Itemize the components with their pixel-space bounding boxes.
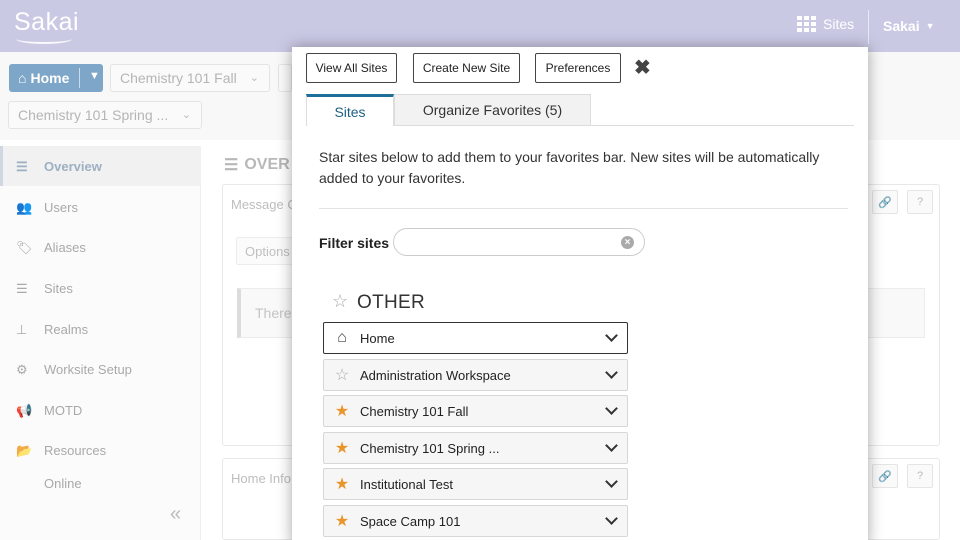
user-menu-label: Sakai (883, 18, 920, 34)
link-icon[interactable]: 🔗 (872, 464, 898, 488)
sakai-logo[interactable]: Sakai (14, 8, 79, 37)
tool-label: MOTD (44, 402, 83, 418)
tool-online[interactable]: Online (0, 471, 201, 491)
create-new-site-button[interactable]: Create New Site (413, 53, 520, 83)
tab-organize-favorites[interactable]: Organize Favorites (5) (394, 94, 591, 126)
tool-users[interactable]: 👥 Users (0, 187, 201, 227)
site-row-institutional-test[interactable]: ★ Institutional Test (323, 468, 628, 500)
tool-sites[interactable]: ☰ Sites (0, 268, 201, 308)
message-panel-title: Message O (231, 197, 298, 212)
tool-label: Realms (44, 321, 89, 337)
site-row-label: Home (360, 330, 395, 346)
view-all-sites-button[interactable]: View All Sites (306, 53, 397, 83)
tool-aliases[interactable]: 🏷 Aliases (0, 227, 201, 267)
folder-icon: 📂 (16, 443, 33, 458)
sites-menu-label: Sites (823, 16, 855, 32)
user-icon (16, 477, 34, 491)
collapse-menu-icon[interactable]: « (170, 503, 181, 526)
star-icon[interactable]: ★ (324, 401, 360, 421)
list-icon: ☰ (16, 281, 28, 296)
chevron-down-icon: ⌄ (181, 109, 191, 121)
site-row-chemistry-fall[interactable]: ★ Chemistry 101 Fall (323, 395, 628, 427)
site-tab-home[interactable]: ⌂ Home ▼ (9, 64, 103, 92)
page-title-text: OVER (244, 156, 290, 173)
tool-label: Users (44, 199, 78, 215)
list-icon: ☰ (16, 159, 28, 174)
tool-worksite-setup[interactable]: ⚙ Worksite Setup (0, 349, 201, 389)
chevron-down-icon[interactable] (605, 366, 618, 379)
tool-resources[interactable]: 📂 Resources (0, 430, 201, 470)
site-row-home[interactable]: ⌂ Home (323, 322, 628, 354)
chevron-down-icon[interactable] (605, 439, 618, 452)
home-icon: ⌂ (337, 329, 347, 346)
sites-menu-button[interactable]: Sites (797, 16, 854, 32)
instructions-text: Star sites below to add them to your fav… (319, 149, 820, 186)
star-icon[interactable]: ★ (324, 438, 360, 458)
chevron-down-icon: ⌄ (249, 72, 259, 84)
site-row-label: Institutional Test (360, 476, 453, 492)
filter-sites-label: Filter sites (319, 235, 390, 251)
all-sites-dialog: View All Sites Create New Site Preferenc… (292, 47, 868, 540)
close-icon[interactable]: ✖ (634, 55, 651, 80)
site-tab-chemistry-spring[interactable]: Chemistry 101 Spring ... ⌄ (8, 101, 202, 129)
site-row-space-camp[interactable]: ★ Space Camp 101 (323, 505, 628, 537)
tool-label: Worksite Setup (44, 361, 132, 377)
chevron-down-icon[interactable] (605, 329, 618, 342)
tool-label: Online (44, 476, 82, 491)
caret-down-icon: ▼ (925, 21, 935, 31)
logo-swoosh (16, 34, 72, 44)
site-row-administration-workspace[interactable]: ☆ Administration Workspace (323, 359, 628, 391)
tool-label: Overview (44, 158, 102, 174)
users-icon: 👥 (16, 200, 33, 215)
gears-icon: ⚙ (16, 362, 28, 377)
chevron-down-icon[interactable] (605, 402, 618, 415)
tool-label: Aliases (44, 239, 86, 255)
tool-realms[interactable]: ⊥ Realms (0, 309, 201, 349)
chevron-down-icon[interactable] (605, 512, 618, 525)
site-row-label: Chemistry 101 Spring ... (360, 440, 500, 456)
list-icon: ☰ (224, 157, 239, 174)
home-info-title: Home Info (231, 471, 291, 486)
home-icon: ⌂ (18, 70, 27, 86)
divider (319, 208, 848, 209)
user-menu-button[interactable]: Sakai ▼ (883, 18, 935, 34)
help-button[interactable]: ? (907, 190, 933, 214)
tool-menu: ☰ Overview 👥 Users 🏷 Aliases ☰ Sites ⊥ R… (0, 146, 201, 540)
page-title: ☰ OVER (224, 155, 290, 175)
tool-label: Sites (44, 280, 73, 296)
clear-filter-icon[interactable]: × (621, 236, 634, 249)
site-row-label: Administration Workspace (360, 367, 511, 383)
grid-icon (797, 16, 817, 32)
site-tab-home-label: Home (30, 70, 70, 86)
filter-sites-input[interactable] (393, 228, 645, 256)
star-icon[interactable]: ★ (324, 474, 360, 494)
tag-icon: 🏷 (16, 240, 33, 255)
chevron-down-icon[interactable] (605, 475, 618, 488)
preferences-button[interactable]: Preferences (535, 53, 621, 83)
star-icon[interactable]: ★ (324, 511, 360, 531)
star-outline-icon[interactable]: ☆ (324, 365, 360, 385)
tab-sites[interactable]: Sites (306, 94, 394, 126)
star-outline-icon[interactable]: ☆ (332, 291, 348, 312)
site-row-label: Chemistry 101 Fall (360, 403, 469, 419)
header-divider (868, 10, 869, 44)
site-row-chemistry-spring[interactable]: ★ Chemistry 101 Spring ... (323, 432, 628, 464)
pill-divider (79, 68, 80, 88)
site-tab-label: Chemistry 101 Spring ... (18, 107, 169, 123)
site-group-title: OTHER (357, 292, 425, 313)
chevron-down-icon[interactable]: ▼ (89, 70, 100, 82)
site-tab-label: Chemistry 101 Fall (120, 70, 237, 86)
megaphone-icon: 📢 (16, 403, 33, 418)
tool-motd[interactable]: 📢 MOTD (0, 390, 201, 430)
site-tab-partial[interactable] (278, 64, 292, 92)
top-header: Sakai Sites Sakai ▼ (0, 0, 960, 52)
tool-label: Resources (44, 442, 107, 458)
site-row-label: Space Camp 101 (360, 513, 461, 529)
link-icon[interactable]: 🔗 (872, 190, 898, 214)
tool-overview[interactable]: ☰ Overview (0, 146, 201, 186)
options-button[interactable]: Options (236, 237, 299, 265)
site-tab-chemistry-fall[interactable]: Chemistry 101 Fall ⌄ (110, 64, 270, 92)
help-button[interactable]: ? (907, 464, 933, 488)
sitemap-icon: ⊥ (16, 322, 28, 337)
